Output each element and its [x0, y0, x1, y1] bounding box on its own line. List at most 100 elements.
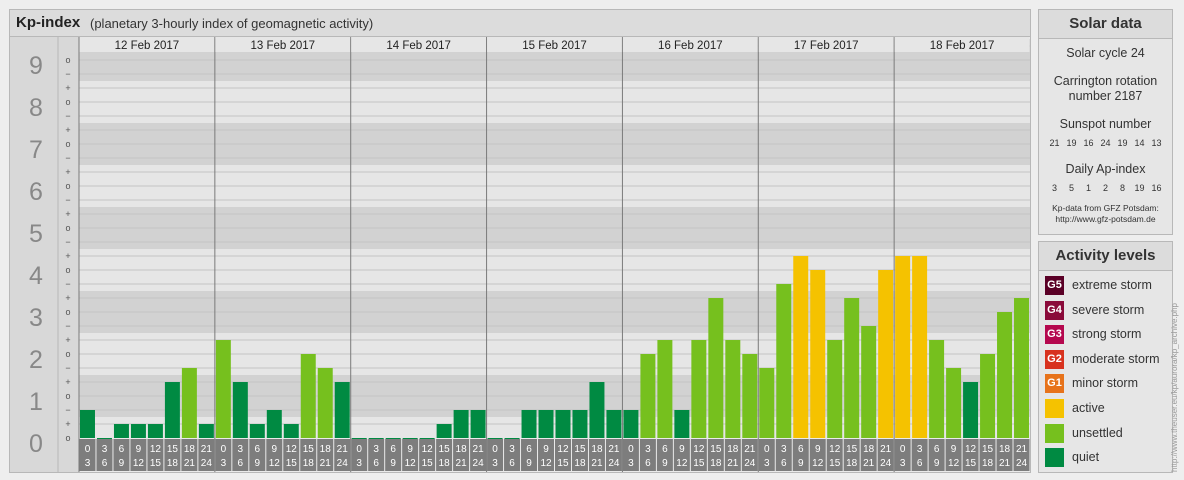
interval-end: 6	[102, 458, 108, 469]
kp-bar-17-Feb-2017-3	[776, 283, 792, 438]
interval-start: 0	[764, 444, 770, 455]
interval-end: 3	[492, 458, 498, 469]
minor-mark: o	[65, 55, 70, 65]
sunspot-values: 21 19 16 24 19 14 13	[1039, 138, 1172, 148]
interval-end: 21	[999, 458, 1011, 469]
activity-levels-heading: Activity levels	[1039, 242, 1172, 271]
interval-start: 12	[286, 444, 298, 455]
sunspot-value-0: 21	[1049, 138, 1060, 148]
ap-value-1: 5	[1068, 183, 1074, 193]
legend-swatch	[1045, 399, 1064, 418]
kp-bar-13-Feb-2017-15	[300, 354, 316, 438]
interval-start: 18	[456, 444, 468, 455]
y-tick-label-4: 4	[29, 262, 43, 290]
interval-end: 12	[948, 458, 960, 469]
minor-mark: +	[65, 209, 70, 219]
kp-bar-12-Feb-2017-15	[164, 382, 180, 438]
legend-label: severe storm	[1072, 302, 1145, 317]
legend-swatch: G3	[1045, 325, 1064, 345]
day-label-3: 15 Feb 2017	[522, 40, 587, 52]
interval-start: 15	[982, 444, 994, 455]
interval-start: 18	[863, 444, 875, 455]
legend-label: strong storm	[1072, 327, 1142, 342]
interval-start: 12	[150, 444, 162, 455]
interval-start: 3	[102, 444, 108, 455]
minor-mark: −	[65, 195, 70, 205]
interval-end: 18	[710, 458, 722, 469]
legend-item-strong-storm: G3 strong storm	[1045, 325, 1170, 345]
interval-end: 6	[509, 458, 515, 469]
minor-mark: +	[65, 251, 70, 261]
interval-start: 15	[710, 444, 722, 455]
kp-bar-14-Feb-2017-3	[368, 438, 384, 439]
legend-swatch	[1045, 448, 1064, 468]
sunspot-value-4: 19	[1117, 138, 1128, 148]
interval-start: 18	[591, 444, 603, 455]
interval-end: 15	[829, 458, 841, 469]
day-label-6: 18 Feb 2017	[930, 40, 995, 52]
legend-label: extreme storm	[1072, 278, 1152, 292]
interval-end: 3	[764, 458, 770, 469]
interval-end: 18	[982, 458, 994, 469]
kp-bar-13-Feb-2017-0	[215, 340, 231, 438]
interval-start: 3	[509, 444, 515, 455]
y-tick-label-7: 7	[29, 136, 43, 164]
minor-mark: −	[65, 363, 70, 373]
interval-start: 15	[167, 444, 179, 455]
kp-bar-16-Feb-2017-12	[691, 340, 707, 438]
interval-end: 15	[150, 458, 162, 469]
interval-start: 6	[662, 444, 668, 455]
ap-value-0: 3	[1051, 183, 1057, 193]
interval-start: 6	[255, 444, 261, 455]
kp-bar-13-Feb-2017-12	[283, 424, 299, 438]
kp-bar-15-Feb-2017-6	[521, 409, 537, 438]
kp-bar-16-Feb-2017-0	[623, 409, 639, 438]
interval-start: 18	[727, 444, 739, 455]
ap-value-4: 8	[1119, 183, 1125, 193]
solar-data-box: Solar data Solar cycle 24 Carrington rot…	[1038, 9, 1173, 235]
kp-bar-18-Feb-2017-12	[963, 382, 979, 438]
interval-end: 18	[846, 458, 858, 469]
activity-levels-box: Activity levels G5 extreme storm G4 severe …	[1038, 241, 1173, 473]
kp-bar-17-Feb-2017-9	[810, 270, 826, 438]
legend-item-minor-storm: G1 minor storm	[1045, 374, 1170, 394]
source-watermark: http://www.theuser.eu/kp/aurora/kp_archi…	[1170, 303, 1179, 472]
interval-start: 3	[917, 444, 923, 455]
legend-item-active: active	[1045, 399, 1170, 419]
credit-link[interactable]: http://www.gfz-potsdam.de	[1039, 214, 1172, 225]
kp-bar-15-Feb-2017-0	[487, 438, 503, 439]
interval-end: 15	[965, 458, 977, 469]
interval-end: 15	[286, 458, 298, 469]
interval-end: 21	[184, 458, 196, 469]
interval-start: 3	[373, 444, 379, 455]
interval-start: 12	[557, 444, 569, 455]
minor-mark: o	[65, 181, 70, 191]
interval-start: 0	[900, 444, 906, 455]
interval-start: 3	[645, 444, 651, 455]
sunspot-value-1: 19	[1066, 138, 1077, 148]
kp-bar-12-Feb-2017-6	[113, 424, 129, 438]
interval-end: 18	[439, 458, 451, 469]
interval-end: 9	[119, 458, 125, 469]
kp-bar-15-Feb-2017-9	[538, 409, 554, 438]
interval-start: 9	[951, 444, 957, 455]
minor-mark: +	[65, 419, 70, 429]
minor-mark: −	[65, 111, 70, 121]
interval-start: 21	[473, 444, 485, 455]
interval-end: 24	[744, 458, 756, 469]
day-label-0: 12 Feb 2017	[115, 40, 180, 52]
kp-bar-18-Feb-2017-3	[912, 256, 928, 438]
kp-bar-18-Feb-2017-0	[895, 256, 911, 438]
y-tick-label-0: 0	[29, 430, 43, 458]
y-tick-label-8: 8	[29, 94, 43, 122]
kp-bar-14-Feb-2017-0	[351, 438, 367, 439]
interval-start: 21	[201, 444, 213, 455]
kp-bar-16-Feb-2017-6	[657, 340, 673, 438]
kp-bar-15-Feb-2017-12	[555, 409, 571, 438]
interval-start: 0	[492, 444, 498, 455]
interval-start: 6	[798, 444, 804, 455]
interval-start: 15	[846, 444, 858, 455]
kp-bar-17-Feb-2017-18	[861, 325, 877, 438]
interval-end: 6	[781, 458, 787, 469]
interval-start: 18	[184, 444, 196, 455]
